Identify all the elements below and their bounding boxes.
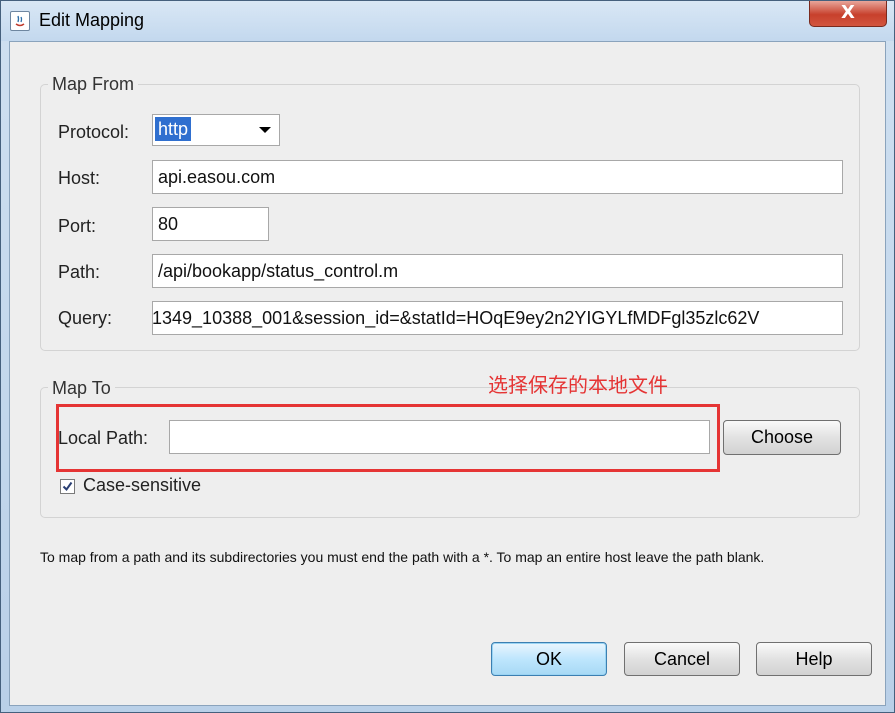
protocol-label: Protocol: bbox=[58, 122, 130, 142]
case-sensitive-label[interactable]: Case-sensitive bbox=[83, 475, 201, 496]
checkmark-icon bbox=[62, 481, 73, 492]
query-label: Query: bbox=[58, 308, 113, 328]
protocol-select[interactable]: http bbox=[152, 114, 280, 146]
choose-button[interactable]: Choose bbox=[723, 420, 841, 455]
annotation-text: 选择保存的本地文件 bbox=[488, 373, 668, 397]
local-path-label: Local Path: bbox=[58, 428, 149, 448]
port-label: Port: bbox=[58, 216, 97, 236]
cancel-button[interactable]: Cancel bbox=[624, 642, 740, 676]
local-path-input[interactable] bbox=[169, 420, 710, 454]
protocol-selected-value: http bbox=[155, 117, 192, 141]
case-sensitive-checkbox[interactable] bbox=[60, 479, 75, 494]
query-input[interactable]: 1349_10388_001&session_id=&statId=HOqE9e… bbox=[152, 301, 843, 335]
map-to-legend: Map To bbox=[48, 378, 115, 399]
path-input[interactable]: /api/bookapp/status_control.m bbox=[152, 254, 843, 288]
host-input[interactable]: api.easou.com bbox=[152, 160, 843, 194]
edit-mapping-dialog: Edit Mapping X Map From Protocol: http H… bbox=[0, 0, 895, 713]
dropdown-arrow-icon bbox=[259, 127, 271, 133]
port-input[interactable]: 80 bbox=[152, 207, 269, 241]
host-label: Host: bbox=[58, 168, 101, 188]
close-button[interactable]: X bbox=[809, 1, 887, 27]
java-icon bbox=[10, 11, 30, 31]
ok-button[interactable]: OK bbox=[491, 642, 607, 676]
title-bar[interactable]: Edit Mapping X bbox=[1, 1, 894, 41]
path-label: Path: bbox=[58, 262, 101, 282]
dialog-content: Map From Protocol: http Host: api.easou.… bbox=[9, 41, 886, 706]
help-note: To map from a path and its subdirectorie… bbox=[40, 549, 765, 565]
map-from-legend: Map From bbox=[48, 74, 139, 95]
help-button[interactable]: Help bbox=[756, 642, 872, 676]
window-title: Edit Mapping bbox=[39, 10, 145, 30]
